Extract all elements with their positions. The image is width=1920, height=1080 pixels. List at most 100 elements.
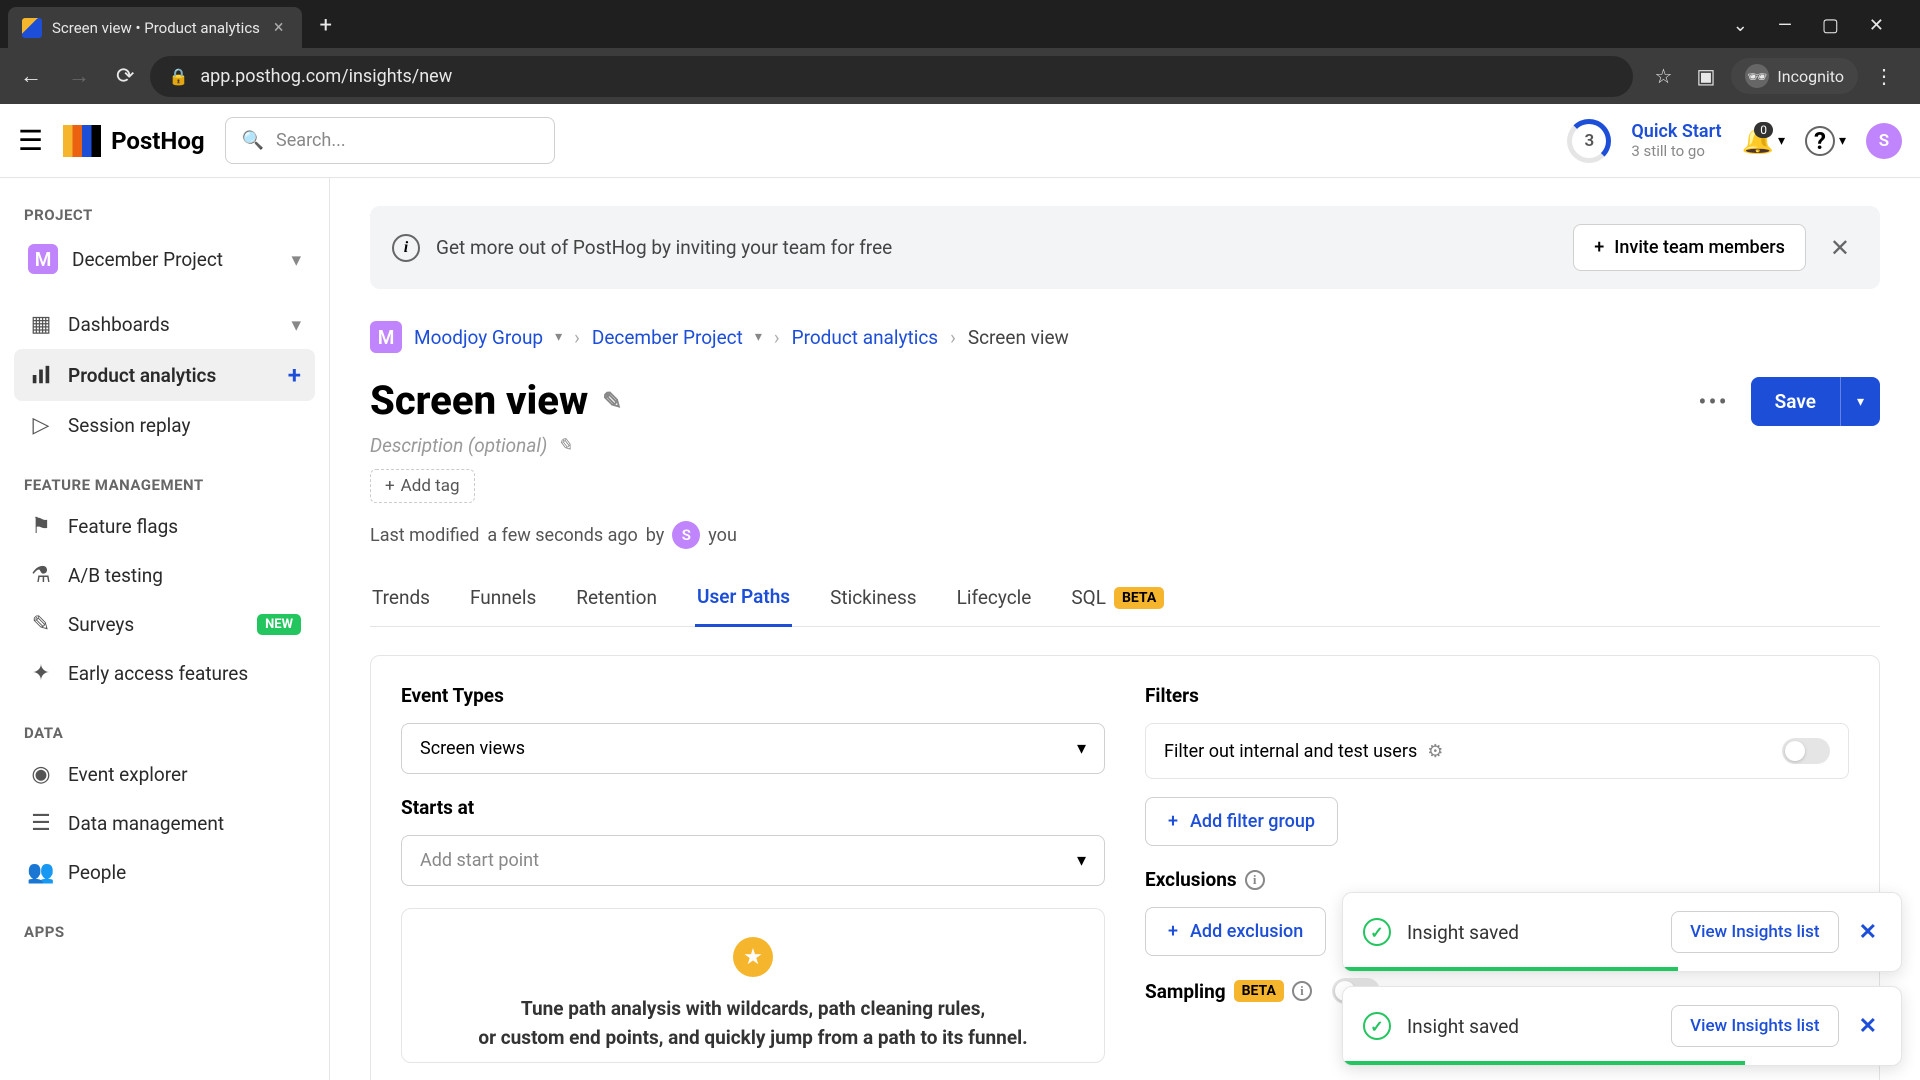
sidebar-item-ab-testing[interactable]: ⚗ A/B testing <box>14 551 315 600</box>
flag-icon: ⚑ <box>28 514 54 539</box>
url-input[interactable]: 🔒 app.posthog.com/insights/new <box>150 56 1632 97</box>
tab-close-icon[interactable]: × <box>270 17 288 38</box>
edit-icon[interactable]: ✎ <box>602 387 622 415</box>
live-icon: ◉ <box>28 762 54 787</box>
page-title: Screen view ✎ <box>370 377 622 424</box>
check-icon: ✓ <box>1363 918 1391 946</box>
sidebar-project-selector[interactable]: M December Project ▾ <box>14 232 315 286</box>
tab-funnels[interactable]: Funnels <box>468 575 538 626</box>
sidebar-section-project: PROJECT <box>14 198 315 232</box>
bar-chart-icon <box>28 364 54 386</box>
toast-container: ✓ Insight saved View Insights list ✕ ✓ I… <box>1342 892 1902 1066</box>
medal-icon: ★ <box>733 937 773 977</box>
new-badge: NEW <box>257 614 301 635</box>
browser-tab[interactable]: Screen view • Product analytics × <box>8 7 302 48</box>
save-dropdown-button[interactable]: ▾ <box>1840 377 1880 426</box>
filter-internal-toggle[interactable] <box>1782 738 1830 764</box>
sidebar-item-product-analytics[interactable]: Product analytics + <box>14 349 315 401</box>
sidebar-item-feature-flags[interactable]: ⚑ Feature flags <box>14 502 315 551</box>
add-filter-group-button[interactable]: + Add filter group <box>1145 797 1338 846</box>
install-icon[interactable]: ▣ <box>1688 58 1723 94</box>
lock-icon: 🔒 <box>168 67 188 86</box>
sidebar-item-early-access[interactable]: ✦ Early access features <box>14 649 315 698</box>
sidebar-item-event-explorer[interactable]: ◉ Event explorer <box>14 750 315 799</box>
minimize-icon[interactable]: — <box>1770 11 1800 40</box>
grid-icon: ▦ <box>28 312 54 337</box>
notification-count: 0 <box>1754 122 1773 138</box>
beta-badge: BETA <box>1114 587 1164 609</box>
tab-user-paths[interactable]: User Paths <box>695 575 792 627</box>
play-icon: ▷ <box>28 413 54 438</box>
notifications-button[interactable]: 🔔 0 ▾ <box>1742 126 1785 156</box>
url-text: app.posthog.com/insights/new <box>200 66 452 87</box>
sidebar-item-data-management[interactable]: ☰ Data management <box>14 799 315 848</box>
back-icon[interactable]: ← <box>10 55 52 97</box>
quick-start-link[interactable]: Quick Start 3 still to go <box>1631 121 1721 160</box>
reload-icon[interactable]: ⟳ <box>106 56 144 97</box>
progress-ring[interactable]: 3 <box>1567 119 1611 163</box>
chevron-down-icon: ▾ <box>1778 133 1785 149</box>
chevron-down-icon[interactable]: ▾ <box>755 329 762 345</box>
close-icon[interactable]: ✕ <box>1855 920 1881 945</box>
avatar[interactable]: S <box>1866 123 1902 159</box>
sidebar-section-data: DATA <box>14 716 315 750</box>
close-icon[interactable]: ✕ <box>1855 1014 1881 1039</box>
toast-progress <box>1343 967 1678 971</box>
info-icon[interactable]: i <box>1292 981 1312 1001</box>
logo[interactable]: PostHog <box>63 125 205 157</box>
breadcrumb-current: Screen view <box>968 326 1069 349</box>
add-tag-button[interactable]: + Add tag <box>370 469 475 503</box>
sidebar-item-dashboards[interactable]: ▦ Dashboards ▾ <box>14 300 315 349</box>
breadcrumb-org[interactable]: Moodjoy Group <box>414 326 543 349</box>
tab-sql[interactable]: SQL BETA <box>1069 575 1166 626</box>
save-button[interactable]: Save <box>1751 377 1840 426</box>
chevron-down-icon: ▾ <box>1077 850 1086 871</box>
help-button[interactable]: ? ▾ <box>1805 126 1846 156</box>
edit-icon: ✎ <box>557 435 572 456</box>
add-exclusion-button[interactable]: + Add exclusion <box>1145 907 1326 956</box>
browser-menu-icon[interactable]: ⋮ <box>1866 58 1902 94</box>
breadcrumb-section[interactable]: Product analytics <box>792 326 939 349</box>
starts-at-dropdown[interactable]: Add start point ▾ <box>401 835 1105 886</box>
breadcrumb-project[interactable]: December Project <box>592 326 743 349</box>
incognito-badge[interactable]: 🕶 Incognito <box>1731 58 1858 94</box>
chevron-down-icon[interactable]: ▾ <box>555 329 562 345</box>
maximize-icon[interactable]: ▢ <box>1814 11 1847 40</box>
breadcrumb: M Moodjoy Group ▾ › December Project ▾ ›… <box>370 321 1880 353</box>
project-badge: M <box>28 244 58 274</box>
sidebar-item-session-replay[interactable]: ▷ Session replay <box>14 401 315 450</box>
tab-lifecycle[interactable]: Lifecycle <box>955 575 1034 626</box>
sidebar-section-apps: APPS <box>14 915 315 949</box>
beta-badge: BETA <box>1234 980 1284 1002</box>
tab-trends[interactable]: Trends <box>370 575 432 626</box>
close-icon[interactable]: ✕ <box>1822 234 1858 262</box>
bookmark-icon[interactable]: ☆ <box>1647 58 1681 94</box>
event-types-label: Event Types <box>401 684 1105 707</box>
more-options-button[interactable]: ••• <box>1690 380 1736 424</box>
promo-box: ★ Tune path analysis with wildcards, pat… <box>401 908 1105 1063</box>
sidebar-item-people[interactable]: 👥 People <box>14 848 315 897</box>
info-icon[interactable]: i <box>1245 870 1265 890</box>
new-tab-button[interactable]: + <box>306 3 346 48</box>
close-window-icon[interactable]: ✕ <box>1861 11 1892 40</box>
tab-retention[interactable]: Retention <box>574 575 659 626</box>
chevron-down-icon: ▾ <box>1839 133 1846 149</box>
invite-team-button[interactable]: + Invite team members <box>1573 224 1806 271</box>
chevron-down-icon[interactable]: ⌄ <box>1725 11 1756 40</box>
tab-stickiness[interactable]: Stickiness <box>828 575 919 626</box>
plus-icon[interactable]: + <box>288 361 301 389</box>
description-field[interactable]: Description (optional) ✎ <box>370 434 1880 457</box>
incognito-icon: 🕶 <box>1745 64 1769 88</box>
view-insights-button[interactable]: View Insights list <box>1671 911 1838 953</box>
flask-icon: ⚗ <box>28 563 54 588</box>
chevron-right-icon: › <box>950 326 956 349</box>
hamburger-icon[interactable]: ☰ <box>18 124 43 157</box>
sidebar-item-surveys[interactable]: ✎ Surveys NEW <box>14 600 315 649</box>
search-input[interactable]: 🔍 Search... <box>225 117 555 164</box>
sparkle-icon: ✦ <box>28 661 54 686</box>
view-insights-button[interactable]: View Insights list <box>1671 1005 1838 1047</box>
event-types-dropdown[interactable]: Screen views ▾ <box>401 723 1105 774</box>
filter-internal토ggle-row: Filter out internal and test users ⚙ <box>1145 723 1849 779</box>
people-icon: 👥 <box>28 860 54 885</box>
gear-icon[interactable]: ⚙ <box>1427 741 1443 762</box>
